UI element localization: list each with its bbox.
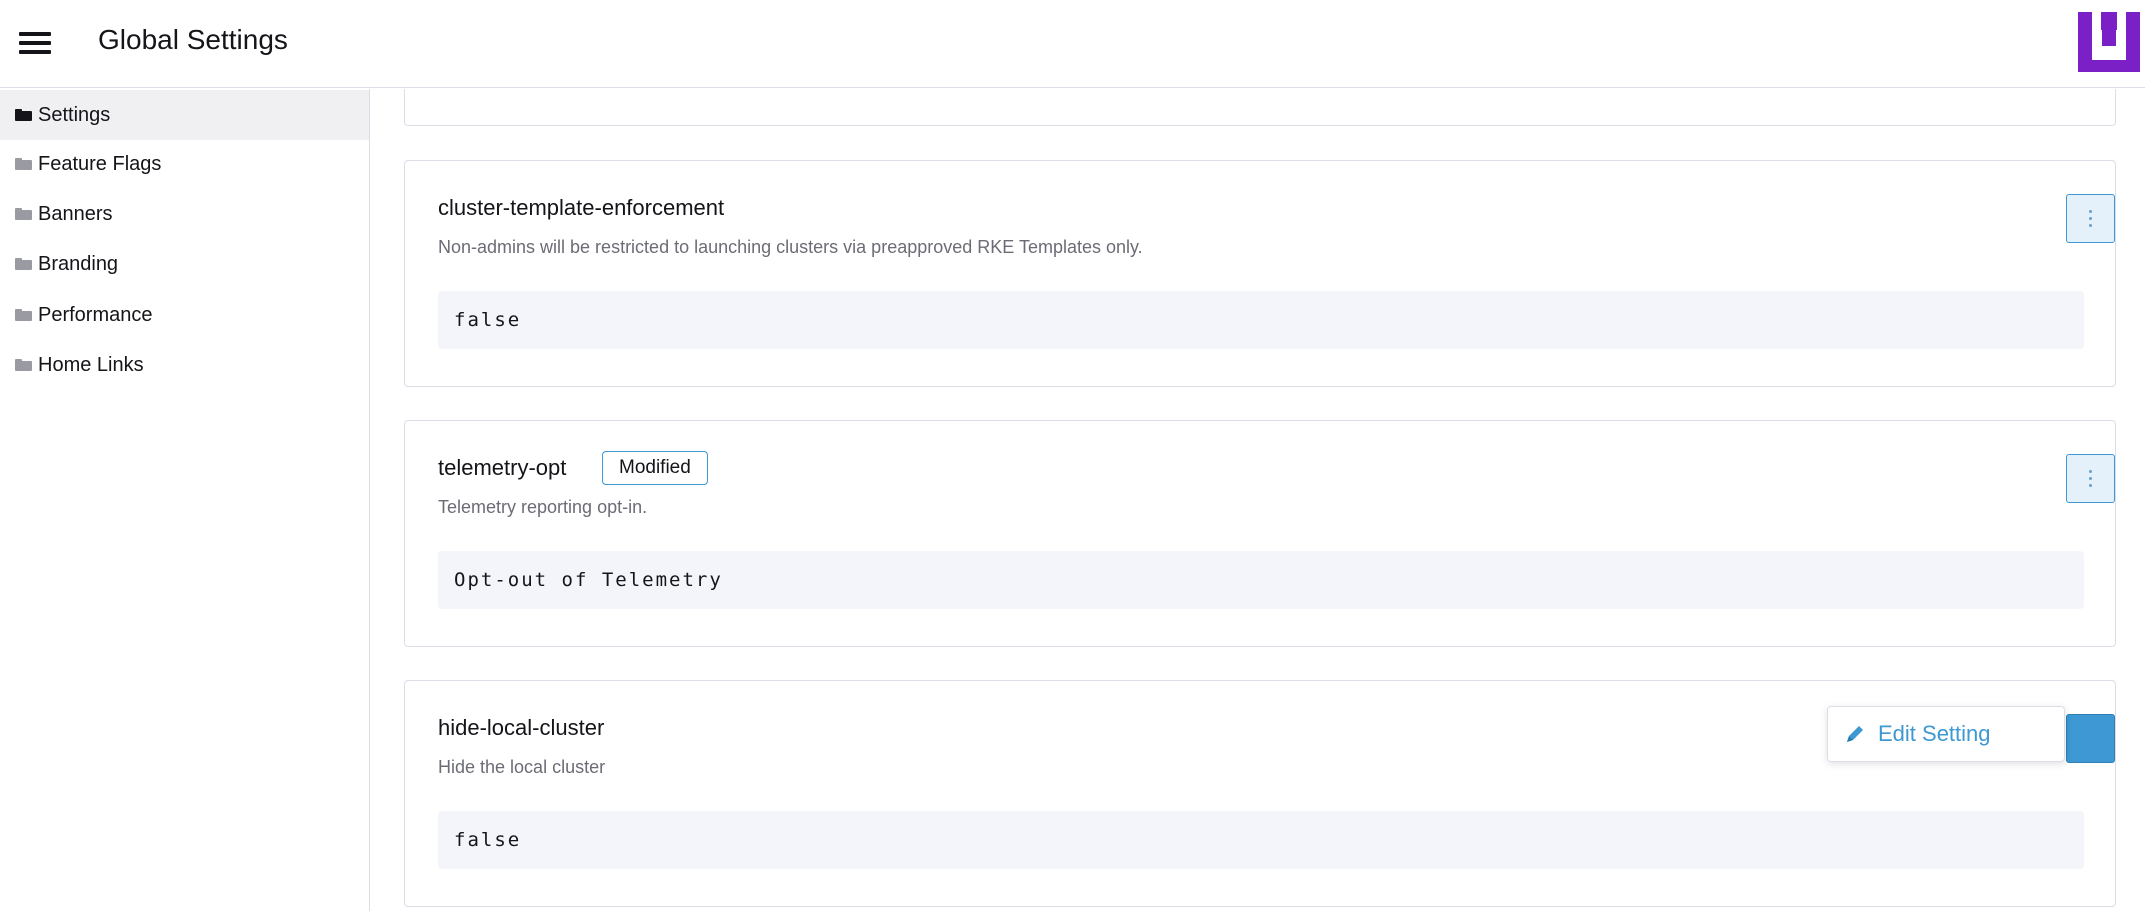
sidebar-item-feature-flags[interactable]: Feature Flags <box>0 139 369 189</box>
hamburger-menu-icon[interactable] <box>19 32 51 54</box>
setting-card: cluster-template-enforcement Non-admins … <box>404 160 2116 387</box>
actions-menu-button[interactable] <box>2066 194 2115 243</box>
kebab-dot-icon <box>2089 224 2092 227</box>
sidebar-item-branding[interactable]: Branding <box>0 239 369 289</box>
setting-card-partial <box>404 89 2116 126</box>
folder-icon <box>15 158 32 170</box>
modified-badge: Modified <box>602 451 708 485</box>
pencil-icon <box>1847 726 1863 742</box>
setting-name: cluster-template-enforcement <box>438 195 725 220</box>
setting-description: Telemetry reporting opt-in. <box>438 497 648 517</box>
kebab-dot-icon <box>2089 210 2092 213</box>
sidebar-item-label: Banners <box>38 202 113 225</box>
sidebar: Settings Feature Flags Banners Branding … <box>0 89 370 911</box>
setting-name: hide-local-cluster <box>438 715 605 740</box>
folder-icon <box>15 258 32 270</box>
actions-menu-button[interactable] <box>2066 714 2115 763</box>
folder-icon <box>15 208 32 220</box>
folder-open-icon <box>15 109 32 121</box>
setting-description: Hide the local cluster <box>438 757 606 777</box>
kebab-dot-icon <box>2089 477 2092 480</box>
setting-name: telemetry-opt <box>438 455 567 480</box>
top-header: Global Settings <box>0 0 2145 88</box>
setting-description: Non-admins will be restricted to launchi… <box>438 237 1143 257</box>
sidebar-item-label: Home Links <box>38 353 144 376</box>
setting-card: telemetry-opt Modified Telemetry reporti… <box>404 420 2116 647</box>
kebab-dot-icon <box>2089 470 2092 473</box>
sidebar-item-banners[interactable]: Banners <box>0 189 369 239</box>
sidebar-item-home-links[interactable]: Home Links <box>0 340 369 390</box>
folder-icon <box>15 309 32 321</box>
kebab-dot-icon <box>2089 217 2092 220</box>
sidebar-item-settings[interactable]: Settings <box>0 90 369 140</box>
folder-icon <box>15 359 32 371</box>
setting-value: Opt-out of Telemetry <box>438 551 2084 609</box>
edit-setting-menu-item[interactable]: Edit Setting <box>1827 706 2065 762</box>
setting-value: false <box>438 811 2084 869</box>
actions-menu-button[interactable] <box>2066 454 2115 503</box>
brand-logo-icon[interactable] <box>2078 12 2140 72</box>
edit-setting-label: Edit Setting <box>1878 721 1991 746</box>
sidebar-item-label: Settings <box>38 103 111 126</box>
page-title: Global Settings <box>98 24 288 55</box>
setting-value: false <box>438 291 2084 349</box>
kebab-dot-icon <box>2089 484 2092 487</box>
sidebar-item-label: Feature Flags <box>38 152 162 175</box>
sidebar-item-performance[interactable]: Performance <box>0 290 369 340</box>
settings-list: cluster-template-enforcement Non-admins … <box>371 89 2145 911</box>
sidebar-item-label: Performance <box>38 303 153 326</box>
sidebar-item-label: Branding <box>38 252 119 275</box>
